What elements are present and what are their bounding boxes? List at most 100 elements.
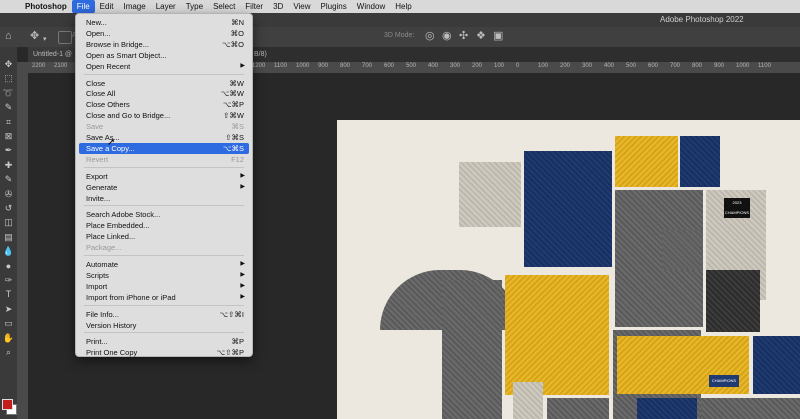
auto-select-checkbox[interactable] — [58, 31, 72, 44]
menu-item-open-as-smart-object[interactable]: Open as Smart Object... — [76, 50, 252, 61]
zoom-tool-icon[interactable]: ⌕ — [0, 347, 17, 358]
menu-item-label: Invite... — [86, 193, 111, 203]
quick-select-tool-icon[interactable]: ✎ — [0, 102, 17, 113]
menu-image[interactable]: Image — [118, 0, 150, 13]
tools-panel: ✥ ⬚ ➰ ✎ ⌗ ⊠ ✒ ✚ ✎ ✇ ↺ ◫ ▤ 💧 ● ✑ T ➤ ▭ ✋ ⌕ — [0, 47, 18, 419]
menu-help[interactable]: Help — [390, 0, 416, 13]
tab-untitled-1[interactable]: Untitled-1 @ — [28, 47, 80, 62]
3d-pan-icon[interactable]: ✣ — [459, 30, 468, 43]
menu-plugins[interactable]: Plugins — [316, 0, 352, 13]
menu-item-file-info[interactable]: File Info... ⌥⇧⌘I — [76, 309, 252, 320]
menu-select[interactable]: Select — [208, 0, 240, 13]
3d-rotate-icon[interactable]: ◎ — [425, 30, 435, 43]
ruler-tick-label: 500 — [626, 63, 637, 69]
menu-item-print[interactable]: Print... ⌘P — [76, 336, 252, 347]
3d-roll-icon[interactable]: ◉ — [442, 30, 452, 43]
menu-item-label: Save — [86, 122, 104, 132]
menu-app-photoshop[interactable]: Photoshop — [20, 0, 72, 13]
menu-item-revert: Revert F12 — [76, 154, 252, 165]
menu-item-save-a-copy[interactable]: Save a Copy... ⌥⌘S — [79, 142, 249, 154]
brush-tool-icon[interactable]: ✎ — [0, 174, 17, 185]
path-select-icon[interactable]: ➤ — [0, 304, 17, 315]
gradient-tool-icon[interactable]: ▤ — [0, 232, 17, 243]
menu-item-shortcut: ⌥⌘W — [220, 89, 244, 99]
ruler-tick-label: 700 — [362, 63, 373, 69]
frame-tool-icon[interactable]: ⊠ — [0, 131, 17, 142]
type-tool-icon[interactable]: T — [0, 289, 17, 300]
menu-item-place-embedded[interactable]: Place Embedded... — [76, 220, 252, 231]
menu-item-label: Close All — [86, 89, 116, 99]
menu-item-print-one-copy[interactable]: Print One Copy ⌥⇧⌘P — [76, 347, 252, 358]
hand-tool-icon[interactable]: ✋ — [0, 333, 17, 344]
helmet-image — [662, 230, 702, 270]
menu-item-place-linked[interactable]: Place Linked... — [76, 231, 252, 242]
menu-item-invite[interactable]: Invite... — [76, 193, 252, 204]
menu-item-label: Print One Copy — [86, 348, 138, 358]
menu-item-label: Export — [86, 171, 108, 181]
navy-right-image — [753, 336, 800, 394]
menu-item-save-as[interactable]: Save As... ⇧⌘S — [76, 132, 252, 143]
menu-item-scripts[interactable]: Scripts ▶ — [76, 270, 252, 281]
marquee-tool-icon[interactable]: ⬚ — [0, 73, 17, 84]
ruler-tick-label: 2200 — [32, 63, 46, 69]
menu-item-label: Close — [86, 78, 106, 88]
chevron-down-icon[interactable]: ▾ — [43, 33, 47, 46]
menu-item-open-recent[interactable]: Open Recent ▶ — [76, 61, 252, 72]
menu-window[interactable]: Window — [352, 0, 390, 13]
menu-item-shortcut: ⇧⌘S — [225, 133, 244, 142]
menu-item-label: Close and Go to Bridge... — [86, 111, 171, 121]
crop-tool-icon[interactable]: ⌗ — [0, 117, 17, 128]
menu-item-shortcut: ⌘W — [229, 78, 244, 88]
menu-item-shortcut: ⌘P — [231, 337, 244, 347]
menu-filter[interactable]: Filter — [240, 0, 268, 13]
menu-item-label: Import from iPhone or iPad — [86, 292, 176, 302]
menu-layer[interactable]: Layer — [151, 0, 181, 13]
eraser-tool-icon[interactable]: ◫ — [0, 217, 17, 228]
menu-item-generate[interactable]: Generate ▶ — [76, 182, 252, 193]
menu-item-label: Version History — [86, 320, 137, 330]
healing-tool-icon[interactable]: ✚ — [0, 160, 17, 171]
menu-item-new[interactable]: New... ⌘N — [76, 17, 252, 28]
history-brush-icon[interactable]: ↺ — [0, 203, 17, 214]
shape-tool-icon[interactable]: ▭ — [0, 318, 17, 329]
menu-item-close[interactable]: Close ⌘W — [76, 78, 252, 89]
move-tool-icon[interactable]: ✥ — [0, 59, 17, 70]
menu-item-close-others[interactable]: Close Others ⌥⌘P — [76, 99, 252, 110]
bottom-gray-image — [547, 398, 609, 419]
menu-item-label: Search Adobe Stock... — [86, 210, 161, 220]
menu-item-open[interactable]: Open... ⌘O — [76, 28, 252, 39]
lasso-tool-icon[interactable]: ➰ — [0, 88, 17, 99]
menu-type[interactable]: Type — [181, 0, 208, 13]
move-tool-option-icon[interactable]: ✥ — [30, 30, 39, 43]
menu-item-export[interactable]: Export ▶ — [76, 171, 252, 182]
menu-edit[interactable]: Edit — [95, 0, 119, 13]
ruler-tick-label: 2100 — [54, 63, 68, 69]
menu-item-close-all[interactable]: Close All ⌥⌘W — [76, 88, 252, 99]
home-icon[interactable]: ⌂ — [5, 30, 12, 43]
menu-item-import[interactable]: Import ▶ — [76, 281, 252, 292]
3d-slide-icon[interactable]: ❖ — [476, 30, 486, 43]
menu-file[interactable]: File — [71, 0, 95, 13]
submenu-arrow-icon: ▶ — [240, 172, 245, 179]
menu-3d[interactable]: 3D — [268, 0, 288, 13]
blur-tool-icon[interactable]: 💧 — [0, 246, 17, 257]
menu-item-search-adobe-stock[interactable]: Search Adobe Stock... — [76, 209, 252, 220]
menu-view[interactable]: View — [288, 0, 315, 13]
menu-item-save: Save ⌘S — [76, 121, 252, 132]
ruler-tick-label: 1100 — [758, 63, 771, 69]
ruler-tick-label: 800 — [340, 63, 351, 69]
menu-item-browse-in-bridge[interactable]: Browse in Bridge... ⌥⌘O — [76, 39, 252, 50]
menu-item-shortcut: ⌘N — [231, 18, 244, 27]
artboard[interactable]: 2023 CHAMPIONS CHAMPIONS — [337, 120, 800, 419]
menu-item-import-from-iphone-or-ipad[interactable]: Import from iPhone or iPad ▶ — [76, 292, 252, 303]
foreground-color-swatch[interactable] — [2, 399, 13, 410]
mascot-image — [513, 382, 543, 419]
pen-tool-icon[interactable]: ✑ — [0, 275, 17, 286]
eyedropper-tool-icon[interactable]: ✒ — [0, 145, 17, 156]
dodge-tool-icon[interactable]: ● — [0, 261, 17, 272]
stamp-tool-icon[interactable]: ✇ — [0, 189, 17, 200]
menu-item-automate[interactable]: Automate ▶ — [76, 259, 252, 270]
menu-item-version-history[interactable]: Version History — [76, 320, 252, 331]
menu-item-close-and-go-to-bridge[interactable]: Close and Go to Bridge... ⇧⌘W — [76, 110, 252, 121]
3d-scale-icon[interactable]: ▣ — [493, 30, 503, 43]
